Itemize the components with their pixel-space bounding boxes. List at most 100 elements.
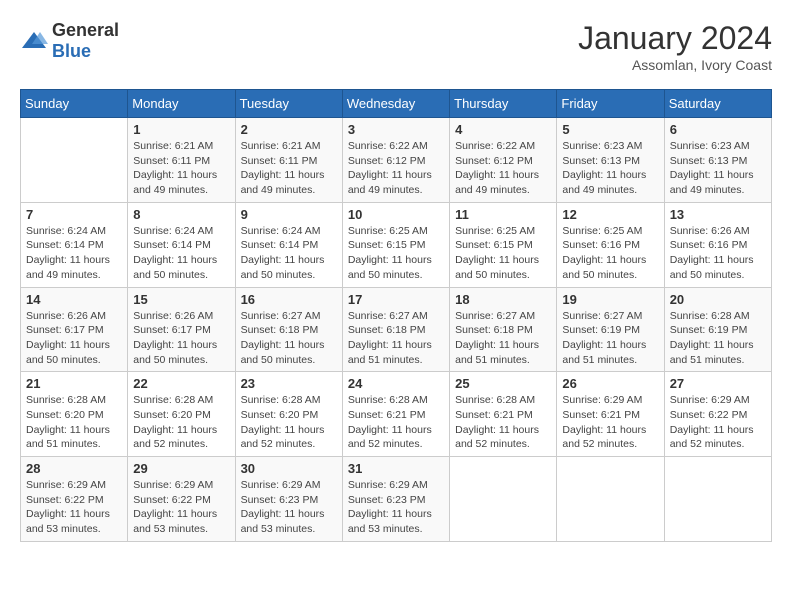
calendar-cell: 18Sunrise: 6:27 AM Sunset: 6:18 PM Dayli… [450, 287, 557, 372]
header-saturday: Saturday [664, 90, 771, 118]
day-info: Sunrise: 6:28 AM Sunset: 6:20 PM Dayligh… [133, 393, 229, 452]
day-info: Sunrise: 6:26 AM Sunset: 6:17 PM Dayligh… [133, 309, 229, 368]
calendar-cell: 23 Sunrise: 6:28 AM Sunset: 6:20 PM Dayli… [235, 372, 342, 457]
month-title: January 2024 [578, 20, 772, 57]
calendar-cell: 12 Sunrise: 6:25 AM Sunset: 6:16 PM Dayli… [557, 202, 664, 287]
day-number: 4 [455, 122, 551, 137]
calendar-week-row: 21 Sunrise: 6:28 AM Sunset: 6:20 PM Dayli… [21, 372, 772, 457]
calendar-cell: 10Sunrise: 6:25 AM Sunset: 6:15 PM Dayli… [342, 202, 449, 287]
header-monday: Monday [128, 90, 235, 118]
day-info: Sunrise: 6:27 AM Sunset: 6:18 PM Dayligh… [455, 309, 551, 368]
day-info: Sunrise: 6:29 AM Sunset: 6:22 PM Dayligh… [26, 478, 122, 537]
calendar-week-row: 7 Sunrise: 6:24 AM Sunset: 6:14 PM Daylig… [21, 202, 772, 287]
day-number: 11 [455, 207, 551, 222]
calendar-cell: 8 Sunrise: 6:24 AM Sunset: 6:14 PM Daylig… [128, 202, 235, 287]
day-info: Sunrise: 6:22 AM Sunset: 6:12 PM Dayligh… [348, 139, 444, 198]
calendar-cell: 9Sunrise: 6:24 AM Sunset: 6:14 PM Daylig… [235, 202, 342, 287]
calendar-cell: 29 Sunrise: 6:29 AM Sunset: 6:22 PM Dayli… [128, 457, 235, 542]
header-sunday: Sunday [21, 90, 128, 118]
calendar-cell: 28 Sunrise: 6:29 AM Sunset: 6:22 PM Dayli… [21, 457, 128, 542]
day-info: Sunrise: 6:22 AM Sunset: 6:12 PM Dayligh… [455, 139, 551, 198]
calendar-cell: 13 Sunrise: 6:26 AM Sunset: 6:16 PM Dayli… [664, 202, 771, 287]
day-number: 22 [133, 376, 229, 391]
day-number: 8 [133, 207, 229, 222]
day-number: 30 [241, 461, 337, 476]
calendar-cell: 17Sunrise: 6:27 AM Sunset: 6:18 PM Dayli… [342, 287, 449, 372]
header-wednesday: Wednesday [342, 90, 449, 118]
day-number: 15 [133, 292, 229, 307]
header-tuesday: Tuesday [235, 90, 342, 118]
day-number: 29 [133, 461, 229, 476]
calendar-cell [664, 457, 771, 542]
calendar-cell: 6 Sunrise: 6:23 AM Sunset: 6:13 PM Daylig… [664, 118, 771, 203]
day-number: 17 [348, 292, 444, 307]
calendar-cell: 3Sunrise: 6:22 AM Sunset: 6:12 PM Daylig… [342, 118, 449, 203]
day-number: 20 [670, 292, 766, 307]
day-number: 27 [670, 376, 766, 391]
day-number: 10 [348, 207, 444, 222]
calendar-cell: 26Sunrise: 6:29 AM Sunset: 6:21 PM Dayli… [557, 372, 664, 457]
calendar-cell: 1Sunrise: 6:21 AM Sunset: 6:11 PM Daylig… [128, 118, 235, 203]
header-thursday: Thursday [450, 90, 557, 118]
day-number: 7 [26, 207, 122, 222]
calendar-cell: 22 Sunrise: 6:28 AM Sunset: 6:20 PM Dayli… [128, 372, 235, 457]
day-info: Sunrise: 6:27 AM Sunset: 6:19 PM Dayligh… [562, 309, 658, 368]
day-info: Sunrise: 6:29 AM Sunset: 6:23 PM Dayligh… [348, 478, 444, 537]
day-number: 13 [670, 207, 766, 222]
calendar-table: SundayMondayTuesdayWednesdayThursdayFrid… [20, 89, 772, 542]
day-info: Sunrise: 6:27 AM Sunset: 6:18 PM Dayligh… [241, 309, 337, 368]
logo-text-general: General [52, 20, 119, 40]
day-number: 5 [562, 122, 658, 137]
calendar-cell: 19Sunrise: 6:27 AM Sunset: 6:19 PM Dayli… [557, 287, 664, 372]
day-info: Sunrise: 6:24 AM Sunset: 6:14 PM Dayligh… [133, 224, 229, 283]
calendar-cell: 20 Sunrise: 6:28 AM Sunset: 6:19 PM Dayli… [664, 287, 771, 372]
day-number: 28 [26, 461, 122, 476]
day-info: Sunrise: 6:23 AM Sunset: 6:13 PM Dayligh… [670, 139, 766, 198]
calendar-week-row: 14 Sunrise: 6:26 AM Sunset: 6:17 PM Dayli… [21, 287, 772, 372]
day-number: 9 [241, 207, 337, 222]
calendar-header-row: SundayMondayTuesdayWednesdayThursdayFrid… [21, 90, 772, 118]
calendar-cell: 15 Sunrise: 6:26 AM Sunset: 6:17 PM Dayli… [128, 287, 235, 372]
day-number: 21 [26, 376, 122, 391]
day-info: Sunrise: 6:25 AM Sunset: 6:16 PM Dayligh… [562, 224, 658, 283]
day-info: Sunrise: 6:25 AM Sunset: 6:15 PM Dayligh… [455, 224, 551, 283]
page-header: General Blue January 2024 Assomlan, Ivor… [20, 20, 772, 73]
day-info: Sunrise: 6:29 AM Sunset: 6:21 PM Dayligh… [562, 393, 658, 452]
day-number: 16 [241, 292, 337, 307]
calendar-cell: 7Sunrise: 6:24 AM Sunset: 6:14 PM Daylig… [21, 202, 128, 287]
calendar-cell: 11 Sunrise: 6:25 AM Sunset: 6:15 PM Dayli… [450, 202, 557, 287]
day-number: 14 [26, 292, 122, 307]
calendar-cell [450, 457, 557, 542]
calendar-cell: 4 Sunrise: 6:22 AM Sunset: 6:12 PM Daylig… [450, 118, 557, 203]
day-number: 24 [348, 376, 444, 391]
day-info: Sunrise: 6:28 AM Sunset: 6:20 PM Dayligh… [26, 393, 122, 452]
day-number: 1 [133, 122, 229, 137]
calendar-cell [557, 457, 664, 542]
calendar-cell: 21 Sunrise: 6:28 AM Sunset: 6:20 PM Dayli… [21, 372, 128, 457]
calendar-cell: 30Sunrise: 6:29 AM Sunset: 6:23 PM Dayli… [235, 457, 342, 542]
location-title: Assomlan, Ivory Coast [578, 57, 772, 73]
calendar-cell [21, 118, 128, 203]
day-number: 31 [348, 461, 444, 476]
day-info: Sunrise: 6:26 AM Sunset: 6:17 PM Dayligh… [26, 309, 122, 368]
day-info: Sunrise: 6:26 AM Sunset: 6:16 PM Dayligh… [670, 224, 766, 283]
day-number: 23 [241, 376, 337, 391]
day-number: 2 [241, 122, 337, 137]
day-info: Sunrise: 6:21 AM Sunset: 6:11 PM Dayligh… [241, 139, 337, 198]
logo-text-blue: Blue [52, 41, 91, 61]
calendar-cell: 16 Sunrise: 6:27 AM Sunset: 6:18 PM Dayli… [235, 287, 342, 372]
day-number: 6 [670, 122, 766, 137]
calendar-week-row: 28 Sunrise: 6:29 AM Sunset: 6:22 PM Dayli… [21, 457, 772, 542]
day-info: Sunrise: 6:23 AM Sunset: 6:13 PM Dayligh… [562, 139, 658, 198]
day-number: 12 [562, 207, 658, 222]
day-info: Sunrise: 6:28 AM Sunset: 6:20 PM Dayligh… [241, 393, 337, 452]
calendar-week-row: 1 Sunrise: 6:21 AM Sunset: 6:11 PM Daylig… [21, 118, 772, 203]
day-info: Sunrise: 6:28 AM Sunset: 6:21 PM Dayligh… [348, 393, 444, 452]
calendar-cell: 27Sunrise: 6:29 AM Sunset: 6:22 PM Dayli… [664, 372, 771, 457]
calendar-cell: 5 Sunrise: 6:23 AM Sunset: 6:13 PM Daylig… [557, 118, 664, 203]
day-number: 25 [455, 376, 551, 391]
calendar-cell: 31 Sunrise: 6:29 AM Sunset: 6:23 PM Dayli… [342, 457, 449, 542]
day-info: Sunrise: 6:28 AM Sunset: 6:19 PM Dayligh… [670, 309, 766, 368]
calendar-cell: 24 Sunrise: 6:28 AM Sunset: 6:21 PM Dayli… [342, 372, 449, 457]
day-info: Sunrise: 6:29 AM Sunset: 6:22 PM Dayligh… [133, 478, 229, 537]
